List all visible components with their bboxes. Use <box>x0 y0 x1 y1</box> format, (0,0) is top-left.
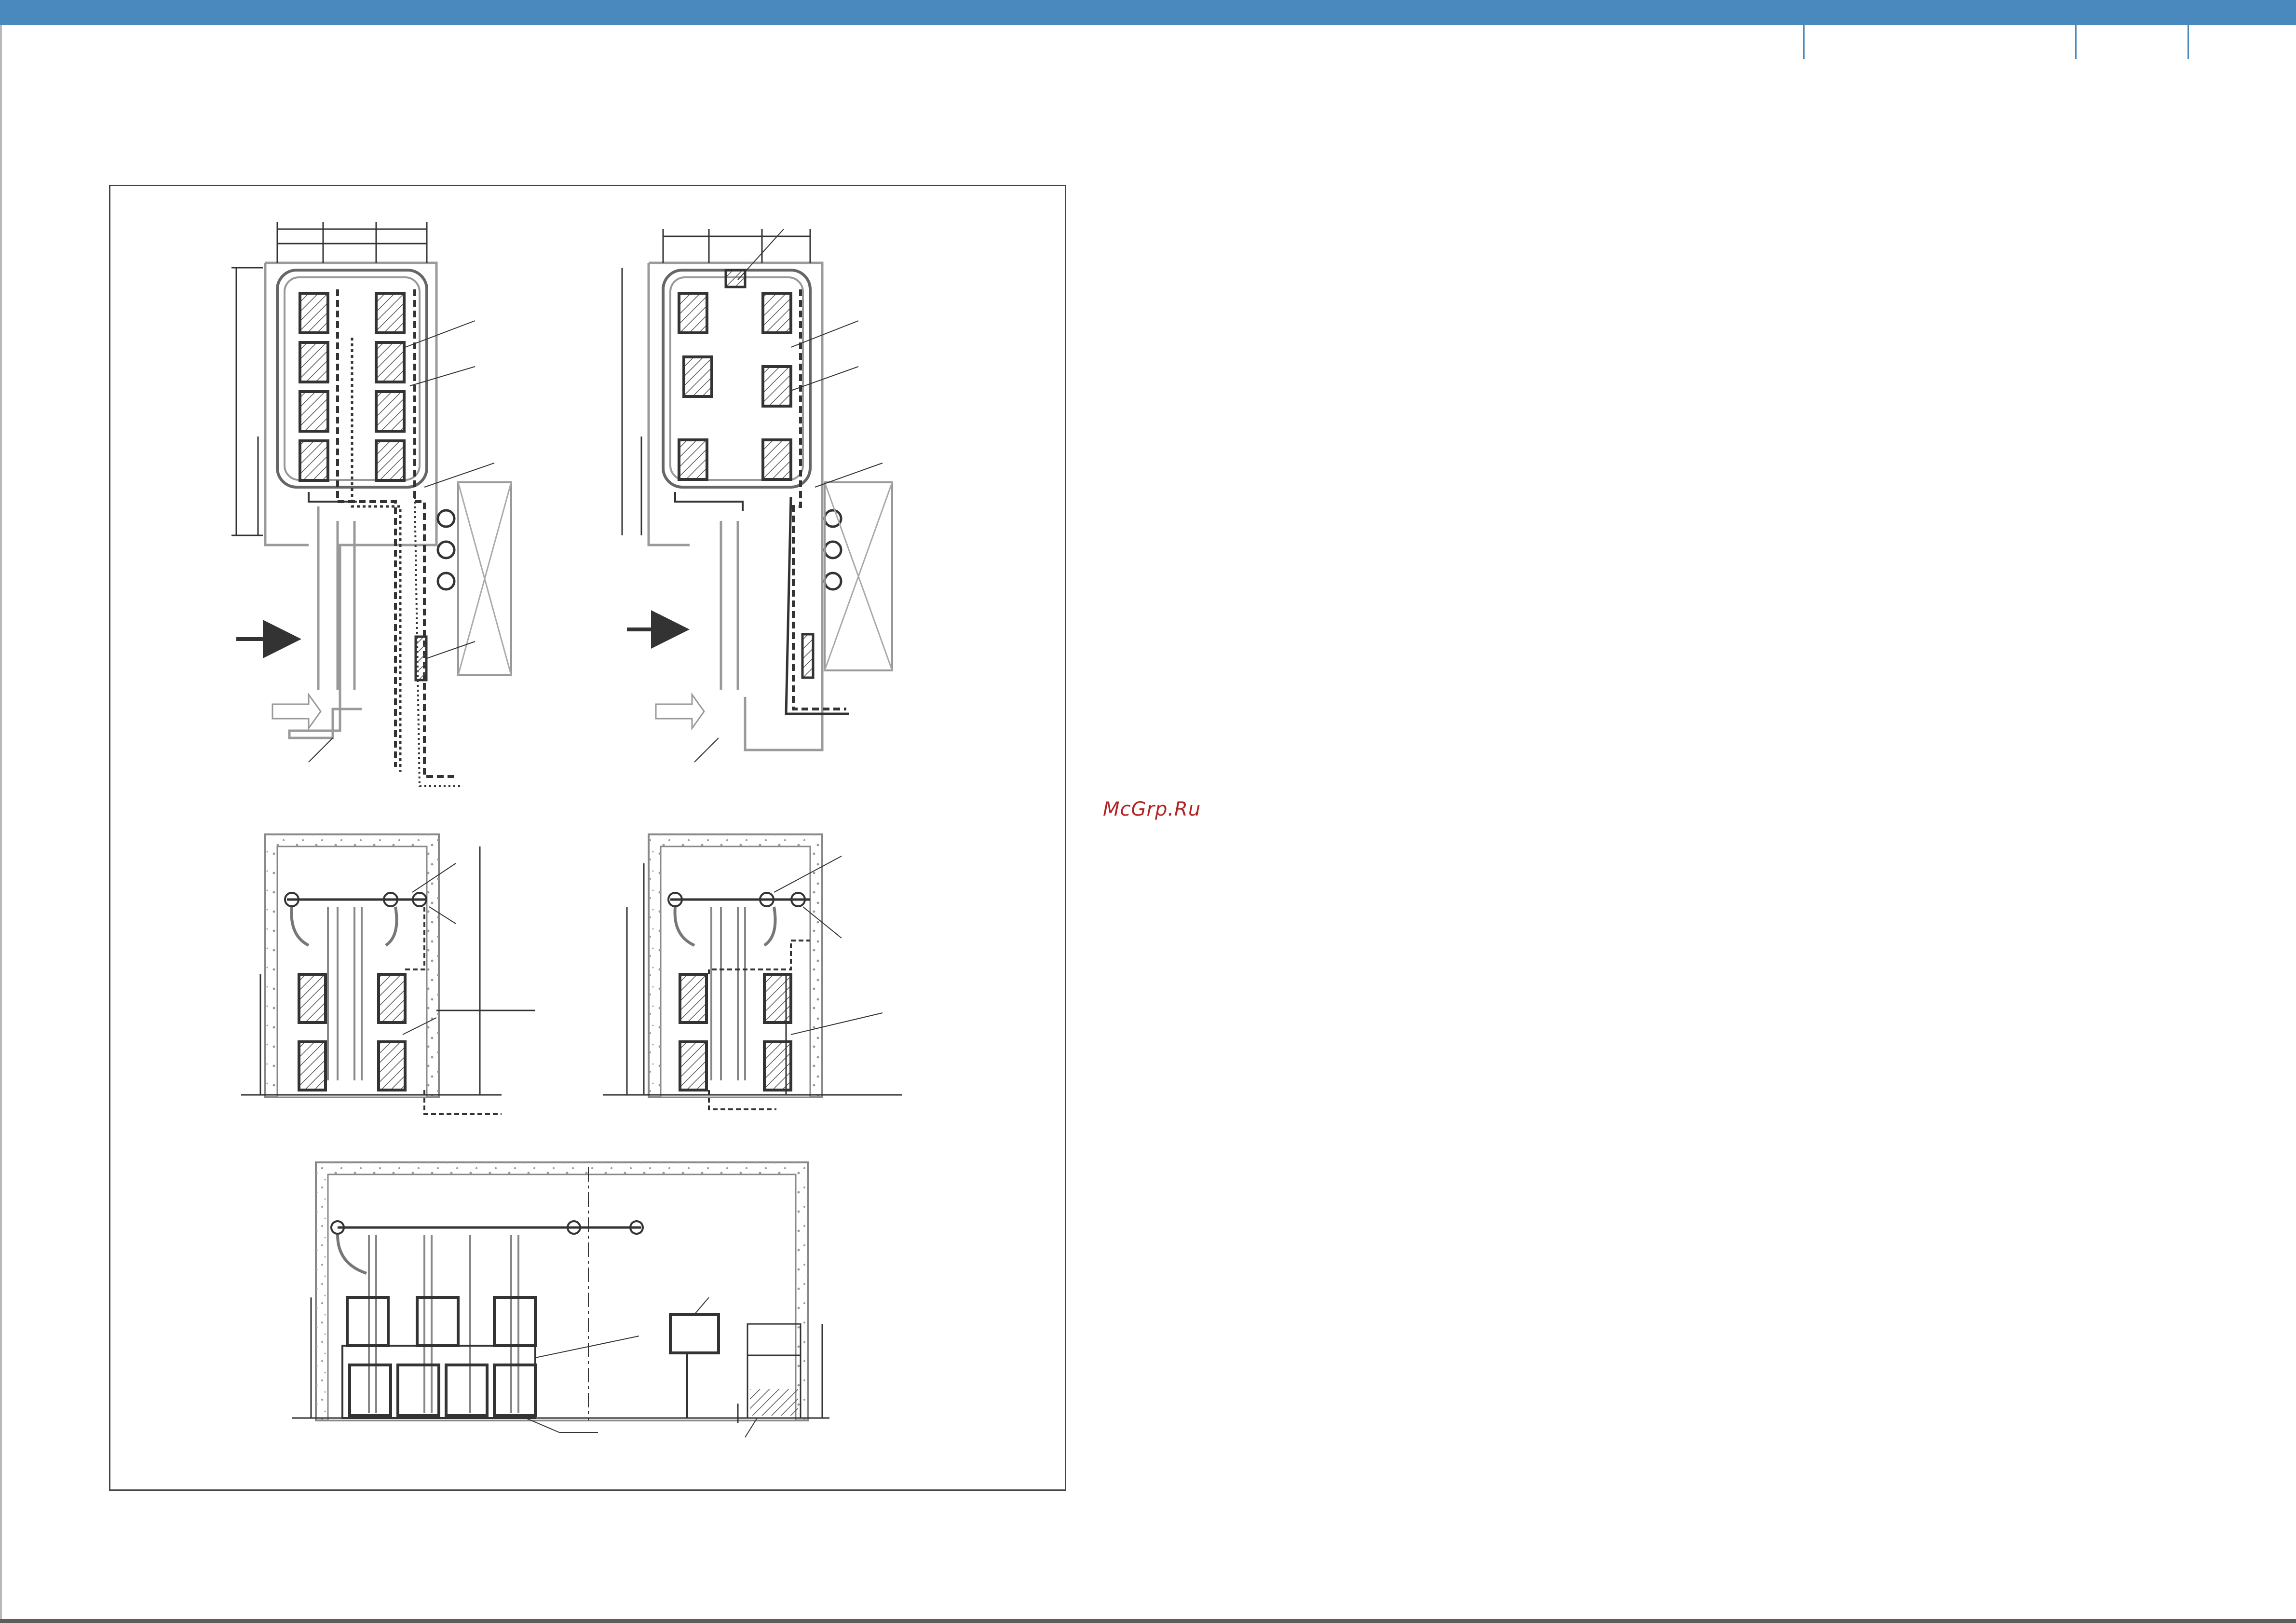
elevation-view-right <box>603 833 902 1110</box>
elevation-view-left <box>241 833 535 1115</box>
plan-view-right <box>621 229 893 763</box>
watermark-text: McGrp.Ru <box>1103 798 1201 820</box>
plan-view-left <box>231 222 512 787</box>
section-view-bottom <box>292 1161 829 1438</box>
